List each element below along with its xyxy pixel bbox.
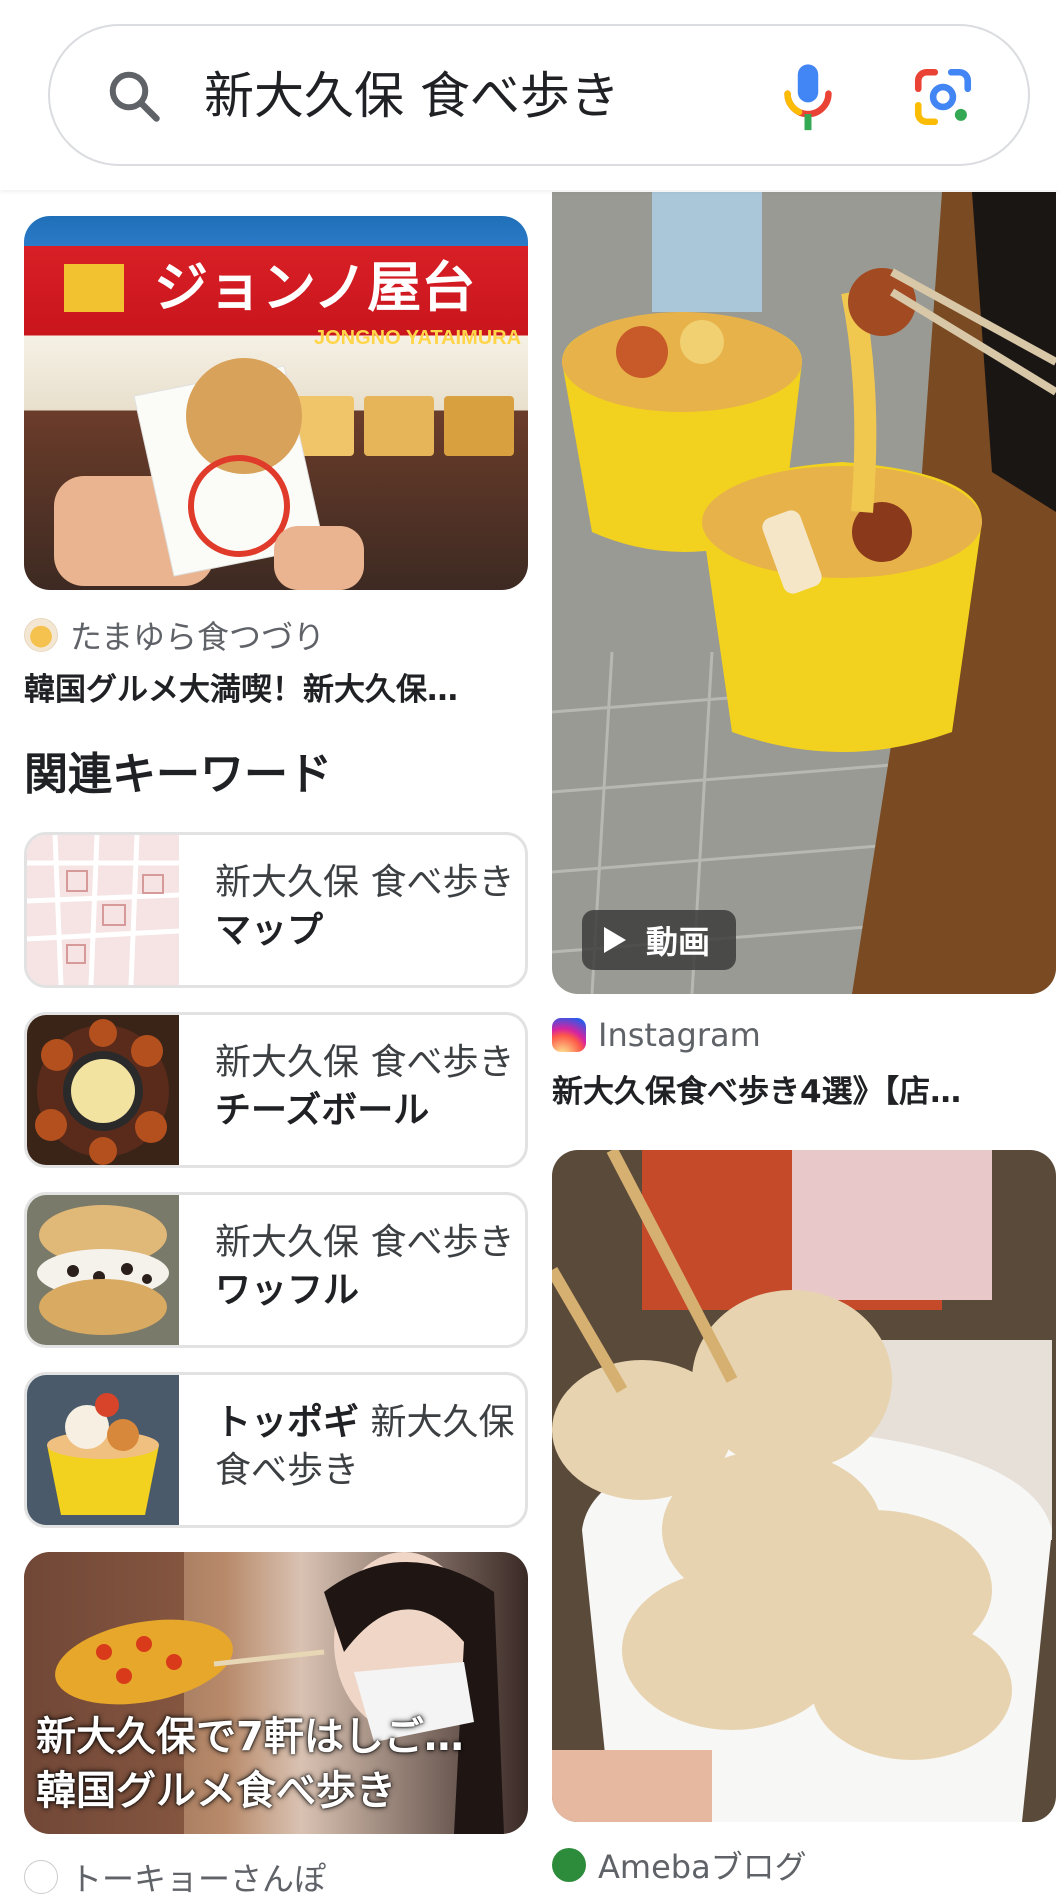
related-keyword-waffle[interactable]: 新大久保 食べ歩き ワッフル	[24, 1192, 528, 1348]
tteokbokki-thumbnail	[27, 1375, 179, 1525]
overlay-line-1: 新大久保で7軒はしご…	[36, 1714, 464, 1760]
video-badge: 動画	[582, 910, 737, 970]
tamayura-favicon	[24, 618, 58, 652]
result-image-store[interactable]: ジョンノ屋台 JONGNO YATAIMURA	[24, 216, 528, 590]
related-keyword-map[interactable]: 新大久保 食べ歩き マップ	[24, 832, 528, 988]
search-icon[interactable]	[104, 66, 164, 126]
result-image-ameba[interactable]	[552, 1150, 1056, 1822]
video-caption-overlay: 新大久保で7軒はしご… 韓国グルメ食べ歩き	[36, 1710, 464, 1818]
instagram-icon	[552, 1018, 586, 1052]
result-source-2[interactable]: Instagram	[552, 1016, 761, 1054]
search-input[interactable]: 新大久保 食べ歩き	[204, 56, 620, 136]
search-header: 新大久保 食べ歩き	[0, 0, 1060, 190]
tokyo-sanpo-favicon	[24, 1860, 58, 1894]
result-image-corndog[interactable]: 新大久保で7軒はしご… 韓国グルメ食べ歩き	[24, 1552, 528, 1834]
related-keyword-prefix: 新大久保 食べ歩き	[215, 1222, 515, 1263]
ameba-icon	[552, 1848, 586, 1882]
related-keyword-prefix: 新大久保 食べ歩き	[215, 862, 515, 903]
map-thumbnail	[27, 835, 179, 985]
result-image-instagram[interactable]: 動画	[552, 192, 1056, 994]
fishcake-photo-illustration	[552, 1150, 1052, 1822]
waffle-thumbnail	[27, 1195, 179, 1345]
google-lens-icon[interactable]	[910, 64, 976, 130]
related-keyword-bold: マップ	[215, 910, 324, 951]
video-badge-label: 動画	[646, 923, 711, 961]
related-keyword-bold: チーズボール	[215, 1090, 430, 1131]
related-keyword-prefix: 新大久保 食べ歩き	[215, 1042, 515, 1083]
search-bar[interactable]: 新大久保 食べ歩き	[48, 24, 1030, 166]
result-title-1[interactable]: 韓国グルメ大満喫！新大久保…	[24, 664, 524, 709]
related-keyword-bold: トッポギ	[215, 1402, 360, 1443]
food-bowls-photo-illustration	[552, 192, 1056, 994]
result-source-name: Amebaブログ	[598, 1848, 807, 1886]
store-sign-roman: JONGNO YATAIMURA	[314, 327, 521, 349]
store-photo-illustration: ジョンノ屋台 JONGNO YATAIMURA	[54, 258, 521, 590]
cheese-ball-thumbnail	[27, 1015, 179, 1165]
store-sign-text: ジョンノ屋台	[154, 258, 475, 318]
result-title-2[interactable]: 新大久保食べ歩き4選》【店…	[552, 1066, 1052, 1111]
result-source-4[interactable]: Amebaブログ	[552, 1842, 807, 1888]
related-keyword-cheese-ball[interactable]: 新大久保 食べ歩き チーズボール	[24, 1012, 528, 1168]
related-keywords-heading: 関連キーワード	[24, 749, 332, 800]
related-keyword-tteokbokki[interactable]: トッポギ 新大久保 食べ歩き	[24, 1372, 528, 1528]
overlay-line-2: 韓国グルメ食べ歩き	[36, 1768, 396, 1814]
result-source-1[interactable]: たまゆら食つづり	[24, 612, 325, 658]
result-source-name: Instagram	[598, 1016, 761, 1054]
result-source-3[interactable]: トーキョーさんぽ	[24, 1854, 326, 1897]
microphone-icon[interactable]	[772, 60, 844, 136]
result-source-name: たまゆら食つづり	[70, 618, 326, 656]
result-source-name: トーキョーさんぽ	[70, 1860, 327, 1897]
related-keyword-bold: ワッフル	[215, 1270, 360, 1311]
play-icon	[604, 927, 626, 953]
